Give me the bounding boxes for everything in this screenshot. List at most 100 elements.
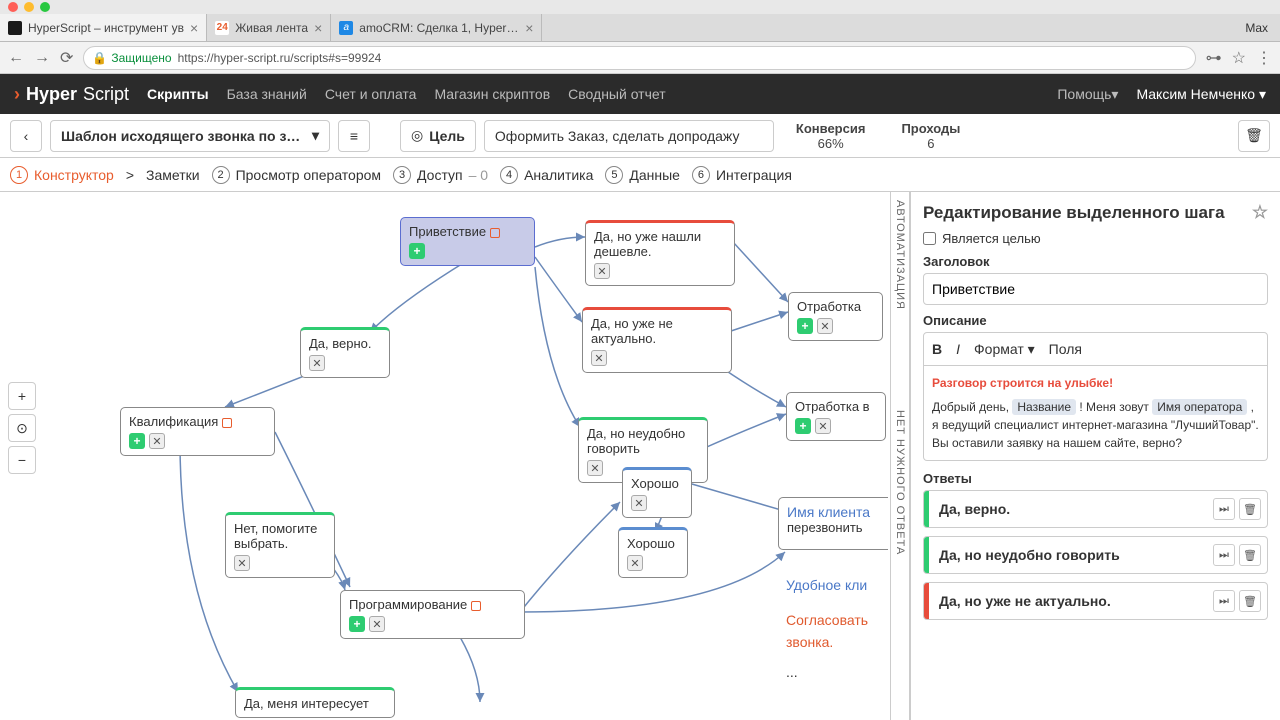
skip-icon[interactable]: ⏭ bbox=[1213, 590, 1235, 612]
editor-toolbar: ‹ Шаблон исходящего звонка по заяв ▾ ≡ ◎… bbox=[0, 114, 1280, 158]
add-icon[interactable]: + bbox=[349, 616, 365, 632]
star-icon[interactable]: ☆ bbox=[1232, 48, 1246, 68]
remove-icon[interactable]: ✕ bbox=[309, 355, 325, 371]
node-programming[interactable]: Программирование +✕ bbox=[340, 590, 525, 639]
browser-tab-2[interactable]: 24 Живая лента × bbox=[207, 14, 331, 41]
node-work-1[interactable]: Отработка +✕ bbox=[788, 292, 883, 341]
chip-company[interactable]: Название bbox=[1012, 399, 1076, 415]
tab-close-icon[interactable]: × bbox=[314, 20, 322, 36]
remove-icon[interactable]: ✕ bbox=[369, 616, 385, 632]
remove-icon[interactable]: ✕ bbox=[817, 318, 833, 334]
delete-button[interactable]: 🗑 bbox=[1238, 120, 1270, 152]
is-goal-row[interactable]: Является целью bbox=[923, 231, 1268, 246]
node-good-2[interactable]: Хорошо ✕ bbox=[618, 527, 688, 578]
anchor-icon[interactable] bbox=[471, 601, 481, 611]
skip-icon[interactable]: ⏭ bbox=[1213, 544, 1235, 566]
node-cheaper[interactable]: Да, но уже нашли дешевле. ✕ bbox=[585, 220, 735, 286]
tab-integration[interactable]: 6Интеграция bbox=[692, 166, 792, 184]
node-irrelevant[interactable]: Да, но уже не актуально. ✕ bbox=[582, 307, 732, 373]
nav-forward-icon[interactable]: → bbox=[34, 49, 50, 67]
add-icon[interactable]: + bbox=[409, 243, 425, 259]
trash-icon[interactable]: 🗑 bbox=[1239, 498, 1261, 520]
add-icon[interactable]: + bbox=[129, 433, 145, 449]
nav-scripts[interactable]: Скрипты bbox=[147, 86, 209, 102]
nav-billing[interactable]: Счет и оплата bbox=[325, 86, 417, 102]
node-greeting[interactable]: Приветствие + bbox=[400, 217, 535, 266]
edit-panel: Редактирование выделенного шага☆ Являетс… bbox=[910, 192, 1280, 720]
remove-icon[interactable]: ✕ bbox=[631, 495, 647, 511]
answer-row[interactable]: Да, но неудобно говорить ⏭🗑 bbox=[923, 536, 1268, 574]
browser-tab-1[interactable]: HyperScript – инструмент ув × bbox=[0, 14, 207, 41]
vtab-automation[interactable]: АВТОМАТИЗАЦИЯ bbox=[894, 200, 906, 310]
title-input[interactable] bbox=[923, 273, 1268, 305]
tab-title: amoCRM: Сделка 1, HyperScr bbox=[359, 21, 519, 35]
answer-row[interactable]: Да, но уже не актуально. ⏭🗑 bbox=[923, 582, 1268, 620]
remove-icon[interactable]: ✕ bbox=[591, 350, 607, 366]
format-dropdown[interactable]: Формат ▾ bbox=[974, 341, 1035, 358]
tab-notes[interactable]: Заметки bbox=[146, 167, 200, 183]
zoom-in-button[interactable]: + bbox=[8, 382, 36, 410]
tab-analytics[interactable]: 4Аналитика bbox=[500, 166, 593, 184]
is-goal-label: Является целью bbox=[942, 231, 1041, 246]
answer-row[interactable]: Да, верно. ⏭🗑 bbox=[923, 490, 1268, 528]
url-input[interactable]: 🔒 Защищено https://hyper-script.ru/scrip… bbox=[83, 46, 1195, 70]
window-minimize-icon[interactable] bbox=[24, 2, 34, 12]
remove-icon[interactable]: ✕ bbox=[149, 433, 165, 449]
text-call: звонка. bbox=[786, 634, 833, 650]
nav-report[interactable]: Сводный отчет bbox=[568, 86, 665, 102]
nav-back-icon[interactable]: ← bbox=[8, 49, 24, 67]
node-interest[interactable]: Да, меня интересует bbox=[235, 687, 395, 718]
node-yes[interactable]: Да, верно. ✕ bbox=[300, 327, 390, 378]
remove-icon[interactable]: ✕ bbox=[627, 555, 643, 571]
remove-icon[interactable]: ✕ bbox=[587, 460, 603, 476]
goal-input[interactable]: Оформить Заказ, сделать допродажу bbox=[484, 120, 774, 152]
node-work-2[interactable]: Отработка в +✕ bbox=[786, 392, 886, 441]
tab-data[interactable]: 5Данные bbox=[605, 166, 680, 184]
trash-icon[interactable]: 🗑 bbox=[1239, 590, 1261, 612]
node-client-block[interactable]: Имя клиента перезвонить bbox=[778, 497, 888, 550]
trash-icon[interactable]: 🗑 bbox=[1239, 544, 1261, 566]
remove-icon[interactable]: ✕ bbox=[594, 263, 610, 279]
nav-store[interactable]: Магазин скриптов bbox=[434, 86, 550, 102]
anchor-icon[interactable] bbox=[490, 228, 500, 238]
chip-operator[interactable]: Имя оператора bbox=[1152, 399, 1247, 415]
menu-icon[interactable]: ⋮ bbox=[1256, 48, 1272, 68]
vtab-no-answer[interactable]: НЕТ НУЖНОГО ОТВЕТА bbox=[894, 410, 906, 555]
nav-help[interactable]: Помощь▾ bbox=[1057, 86, 1118, 103]
skip-icon[interactable]: ⏭ bbox=[1213, 498, 1235, 520]
is-goal-checkbox[interactable] bbox=[923, 232, 936, 245]
anchor-icon[interactable] bbox=[222, 418, 232, 428]
add-icon[interactable]: + bbox=[795, 418, 811, 434]
bold-button[interactable]: B bbox=[932, 341, 942, 357]
window-close-icon[interactable] bbox=[8, 2, 18, 12]
tab-close-icon[interactable]: × bbox=[190, 20, 198, 36]
add-icon[interactable]: + bbox=[797, 318, 813, 334]
star-icon[interactable]: ☆ bbox=[1252, 202, 1268, 223]
node-qualification[interactable]: Квалификация +✕ bbox=[120, 407, 275, 456]
node-good-1[interactable]: Хорошо ✕ bbox=[622, 467, 692, 518]
tab-preview[interactable]: 2Просмотр оператором bbox=[212, 166, 381, 184]
window-maximize-icon[interactable] bbox=[40, 2, 50, 12]
back-button[interactable]: ‹ bbox=[10, 120, 42, 152]
browser-tab-3[interactable]: a amoCRM: Сделка 1, HyperScr × bbox=[331, 14, 542, 41]
node-help[interactable]: Нет, помогите выбрать. ✕ bbox=[225, 512, 335, 578]
fields-dropdown[interactable]: Поля bbox=[1049, 341, 1082, 357]
zoom-out-button[interactable]: − bbox=[8, 446, 36, 474]
tab-access[interactable]: 3Доступ – 0 bbox=[393, 166, 488, 184]
description-editor[interactable]: Разговор строится на улыбке! Добрый день… bbox=[923, 366, 1268, 461]
zoom-center-button[interactable]: ⊙ bbox=[8, 414, 36, 442]
template-select[interactable]: Шаблон исходящего звонка по заяв ▾ bbox=[50, 120, 330, 152]
menu-button[interactable]: ≡ bbox=[338, 120, 370, 152]
flow-canvas[interactable]: Приветствие + Да, верно. ✕ Квалификация … bbox=[0, 192, 890, 720]
tab-close-icon[interactable]: × bbox=[525, 20, 533, 36]
logo[interactable]: ›HyperScript bbox=[14, 84, 129, 105]
goal-button[interactable]: ◎Цель bbox=[400, 120, 476, 152]
nav-reload-icon[interactable]: ⟳ bbox=[60, 48, 73, 68]
nav-knowledge[interactable]: База знаний bbox=[227, 86, 307, 102]
key-icon[interactable]: ⊶ bbox=[1206, 48, 1222, 68]
remove-icon[interactable]: ✕ bbox=[234, 555, 250, 571]
italic-button[interactable]: I bbox=[956, 341, 960, 357]
tab-constructor[interactable]: 1Конструктор bbox=[10, 166, 114, 184]
remove-icon[interactable]: ✕ bbox=[815, 418, 831, 434]
nav-user-menu[interactable]: Максим Немченко ▾ bbox=[1136, 86, 1266, 103]
